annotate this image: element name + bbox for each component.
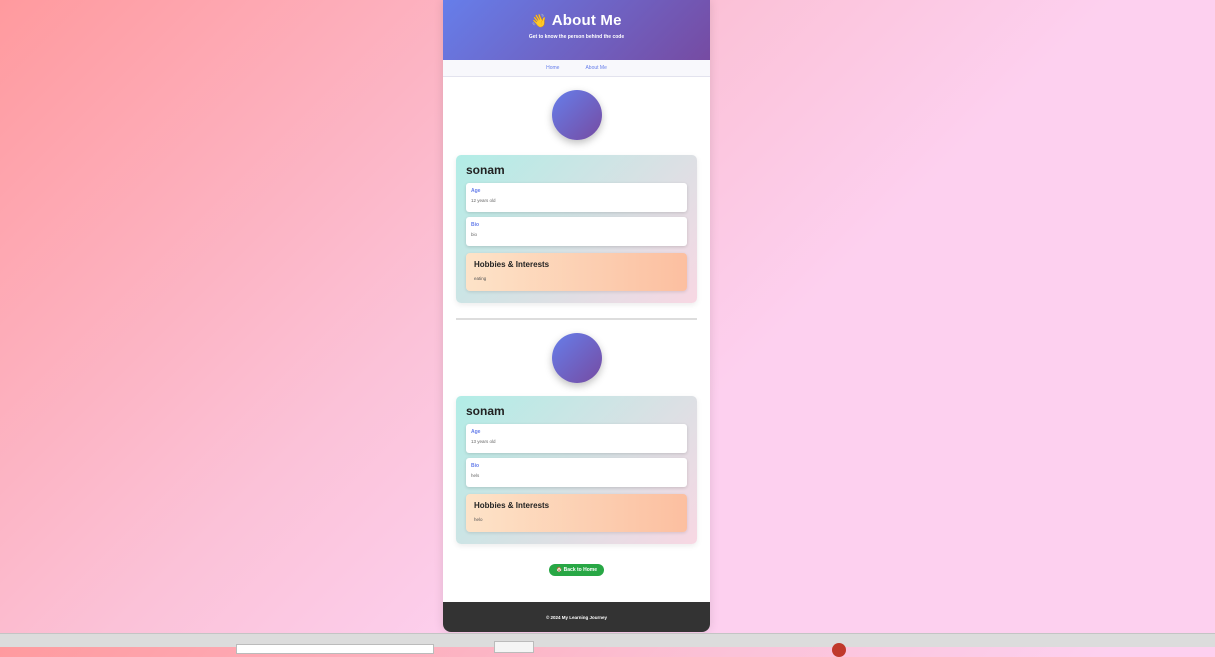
bio-box: Bio bio [466,217,687,246]
back-to-home-button[interactable]: 🏠 Back to Home [549,564,604,576]
age-value: 12 years old [471,198,496,203]
age-box: Age 12 years old [466,183,687,212]
bio-value: hels [471,473,480,478]
hobbies-title: Hobbies & Interests [474,501,550,510]
age-label: Age [471,188,481,194]
back-to-home-label: Back to Home [563,567,597,573]
hobbies-value: eating [474,276,487,281]
waving-hand-icon: 👋 [531,13,548,28]
nav-link-home[interactable]: Home [546,65,559,71]
taskbar [0,633,1215,657]
page-title: 👋 About Me [443,0,710,29]
bio-label: Bio [471,463,480,469]
profile-card: sonam Age 12 years old Bio bio Hobbies &… [456,155,697,303]
top-nav: Home About Me [443,60,710,77]
page-footer: © 2024 My Learning Journey [443,602,710,632]
hobbies-value: helo [474,517,483,522]
avatar [551,90,602,140]
taskbar-app-icon[interactable] [832,643,846,657]
bio-box: Bio hels [466,458,687,487]
bio-label: Bio [471,222,480,228]
age-label: Age [471,429,481,435]
hobbies-title: Hobbies & Interests [474,260,550,269]
house-icon: 🏠 [556,567,563,573]
age-value: 13 years old [471,439,496,444]
avatar [551,333,602,383]
page-header: 👋 About Me Get to know the person behind … [443,0,710,60]
footer-text: © 2024 My Learning Journey [545,614,608,620]
age-box: Age 13 years old [466,424,687,453]
profile-name: sonam [466,163,505,177]
profile-name: sonam [466,404,505,418]
taskbar-button[interactable] [494,641,534,653]
hobbies-box: Hobbies & Interests helo [466,494,687,532]
bio-value: bio [471,232,478,237]
profile-card: sonam Age 13 years old Bio hels Hobbies … [456,396,697,544]
nav-link-about-me[interactable]: About Me [585,65,606,71]
back-button-wrap: 🏠 Back to Home [443,558,710,576]
about-page: 👋 About Me Get to know the person behind … [443,0,710,632]
page-subtitle: Get to know the person behind the code [528,34,625,40]
hobbies-box: Hobbies & Interests eating [466,253,687,291]
page-title-text: About Me [551,12,622,29]
